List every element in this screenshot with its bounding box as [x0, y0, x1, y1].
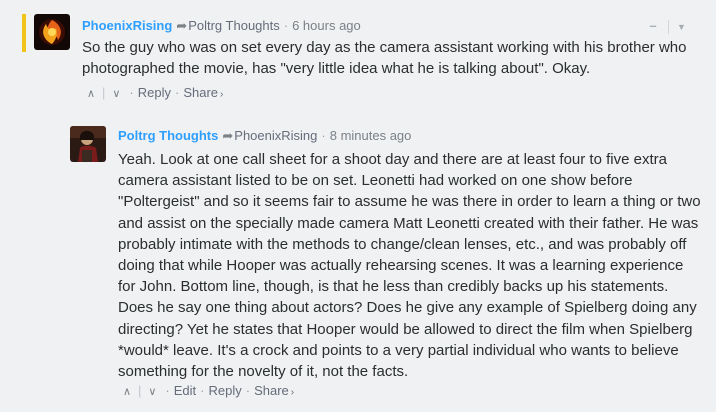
avatar[interactable] [34, 14, 70, 50]
author-link[interactable]: Poltrg Thoughts [118, 128, 218, 143]
comment-phoenixrising: PhoenixRising ➦Poltrg Thoughts · 6 hours ag… [0, 0, 716, 110]
comment-controls: – ▼ [646, 16, 686, 36]
avatar[interactable] [70, 126, 106, 162]
comment-header: PhoenixRising ➦Poltrg Thoughts · 6 hours ag… [82, 16, 361, 36]
comment-text: Yeah. Look at one call sheet for a shoot… [118, 151, 701, 381]
divider: | [102, 85, 106, 100]
comment-poltrg-thoughts: Poltrg Thoughts ➦PhoenixRising · 8 minutes … [0, 118, 716, 412]
share-button[interactable]: Share › [254, 383, 294, 398]
chevron-right-icon: › [290, 387, 295, 398]
comment-header: Poltrg Thoughts ➦PhoenixRising · 8 minutes … [118, 126, 411, 146]
divider: | [138, 383, 142, 398]
comment-text: So the guy who was on set every day as t… [82, 39, 687, 78]
comment-body: Yeah. Look at one call sheet for a shoot… [118, 149, 703, 382]
new-comment-indicator [22, 14, 26, 52]
reply-arrow-icon: ➦ [222, 128, 234, 143]
timestamp-link[interactable]: 6 hours ago [292, 18, 361, 33]
upvote-icon[interactable]: ∧ [82, 85, 100, 103]
parent-author-link[interactable]: Poltrg Thoughts [188, 18, 280, 33]
reply-button[interactable]: Reply [208, 383, 241, 398]
chevron-down-icon[interactable]: ▼ [677, 17, 686, 37]
downvote-icon[interactable]: ∨ [143, 383, 161, 401]
share-button[interactable]: Share › [183, 85, 223, 100]
chevron-right-icon: › [220, 89, 224, 100]
collapse-button[interactable]: – [646, 16, 660, 36]
edit-button[interactable]: Edit [174, 383, 196, 398]
separator-dot: · [245, 383, 251, 398]
separator-dot: · [283, 18, 289, 33]
divider [668, 19, 669, 34]
separator-dot: · [174, 85, 180, 100]
share-label: Share [183, 85, 219, 100]
upvote-icon[interactable]: ∧ [118, 383, 136, 401]
timestamp-link[interactable]: 8 minutes ago [330, 128, 412, 143]
separator-dot: · [165, 383, 170, 398]
parent-author-link[interactable]: PhoenixRising [234, 128, 317, 143]
separator-dot: · [321, 128, 326, 143]
comment-footer: ∧ | ∨ · Reply · Share › [82, 84, 223, 102]
separator-dot: · [129, 85, 134, 100]
reply-button[interactable]: Reply [138, 85, 171, 100]
comment-footer: ∧ | ∨ · Edit · Reply · Share › [118, 382, 294, 400]
downvote-icon[interactable]: ∨ [107, 85, 125, 103]
share-label: Share [254, 383, 289, 398]
comment-body: So the guy who was on set every day as t… [82, 37, 702, 79]
author-link[interactable]: PhoenixRising [82, 18, 172, 33]
reply-arrow-icon: ➦ [176, 18, 188, 33]
separator-dot: · [200, 383, 205, 398]
